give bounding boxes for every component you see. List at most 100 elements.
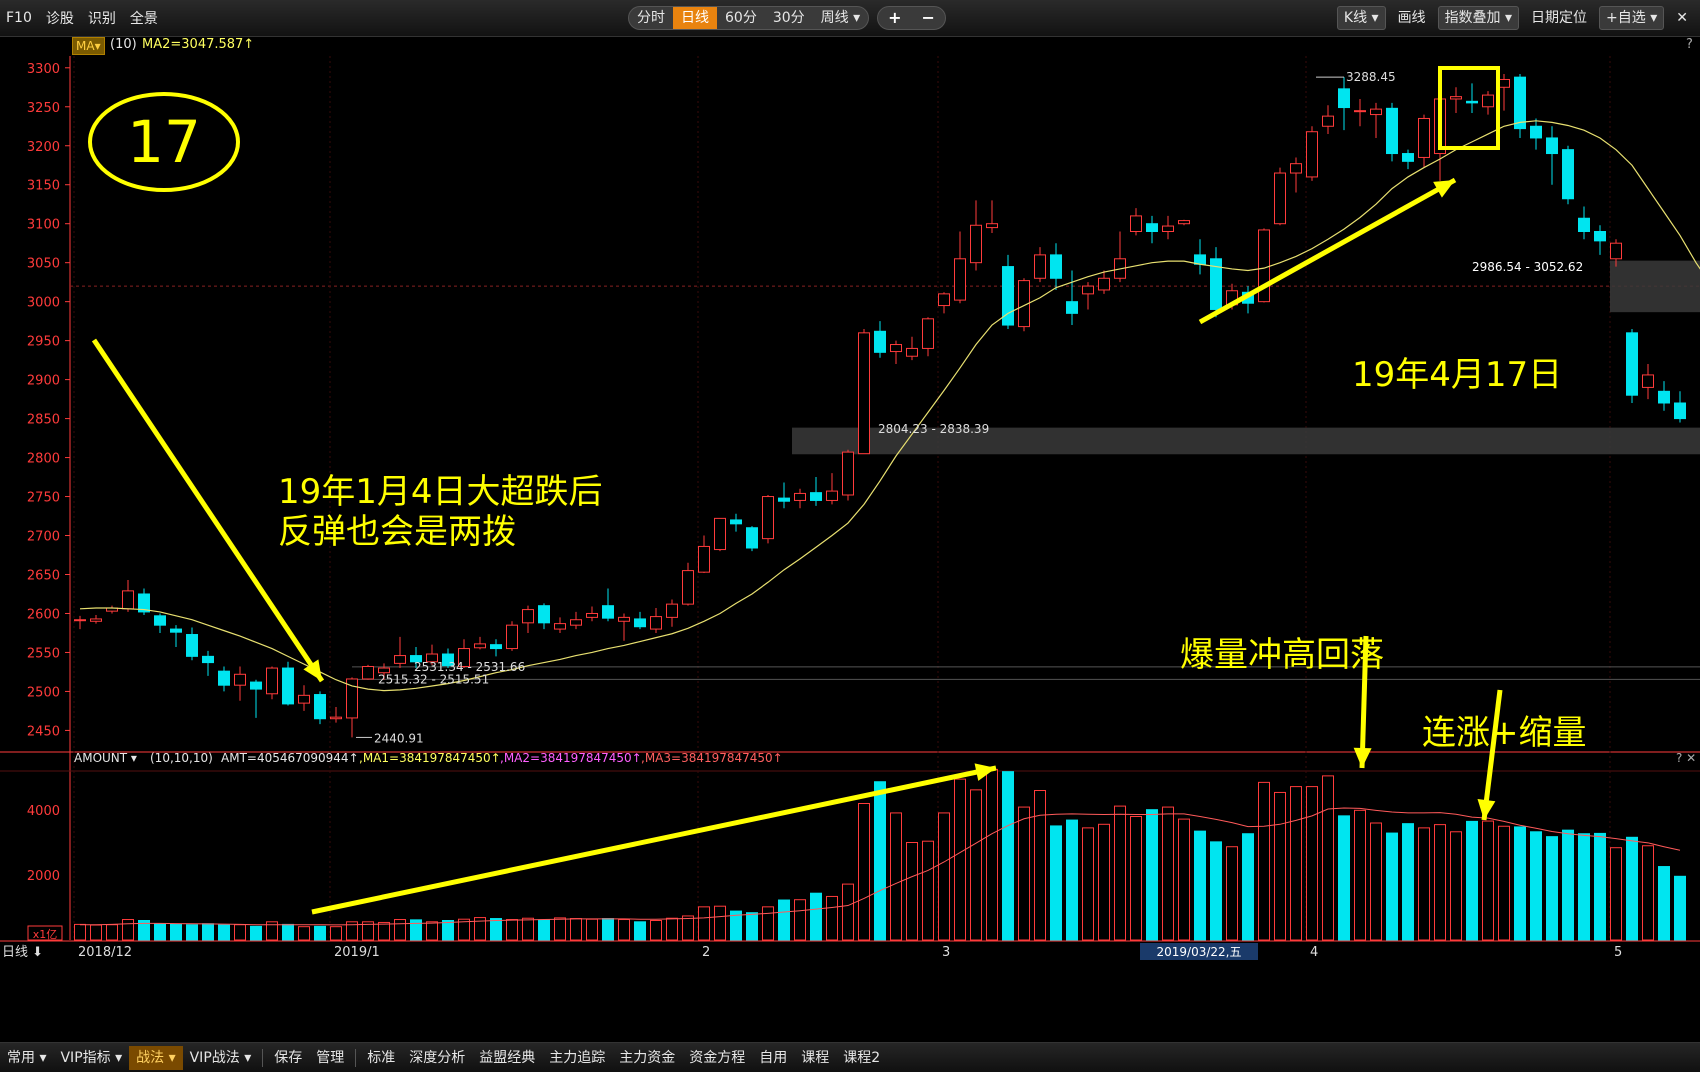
- candle-body: [1498, 78, 1510, 88]
- period-tab-30min[interactable]: 30分: [765, 7, 813, 29]
- volume-bar: [490, 918, 502, 941]
- candle-body: [794, 492, 806, 501]
- price-tick-label: 2850: [27, 413, 60, 428]
- add-watchlist-dropdown[interactable]: +自选 ▾: [1599, 6, 1665, 30]
- price-tick-label: 2900: [27, 374, 60, 389]
- date-locate-button[interactable]: 日期定位: [1525, 7, 1593, 29]
- kline-dropdown[interactable]: K线 ▾: [1336, 6, 1386, 30]
- course-tab[interactable]: 课程: [794, 1046, 836, 1070]
- candle-body: [714, 517, 726, 551]
- identify-button[interactable]: 识别: [88, 8, 116, 28]
- close-icon[interactable]: ✕: [1670, 7, 1694, 29]
- volume-bar: [282, 923, 294, 941]
- candle-body: [1194, 254, 1206, 265]
- volume-bar: [1578, 833, 1590, 941]
- profit-classic-tab[interactable]: 益盟经典: [472, 1046, 542, 1070]
- candle-body: [970, 224, 982, 264]
- annotation-text-1b: 反弹也会是两拨: [278, 512, 516, 552]
- candle-body: [874, 330, 886, 353]
- ma-params: (10): [110, 37, 137, 52]
- candle-body: [490, 644, 502, 650]
- volume-bar: [1002, 771, 1014, 941]
- volume-bar: [1354, 809, 1366, 941]
- zoom-out-button[interactable]: −: [912, 7, 945, 29]
- candle-body: [746, 527, 758, 549]
- candle-body: [522, 609, 534, 624]
- draw-line-button[interactable]: 画线: [1392, 7, 1432, 29]
- volume-bar: [922, 840, 934, 941]
- candle-body: [570, 619, 582, 626]
- save-tab[interactable]: 保存: [267, 1046, 309, 1070]
- volume-bar: [826, 895, 838, 941]
- course2-tab[interactable]: 课程2: [836, 1046, 887, 1070]
- price-tick-label: 2650: [27, 569, 60, 584]
- gap-label-b: 2515.32 - 2515.51: [378, 672, 489, 686]
- top-toolbar: F10 诊股 识别 全景 分时 日线 60分 30分 周线 ▾ + − K线 ▾…: [0, 0, 1700, 37]
- main-funds-tab[interactable]: 主力资金: [612, 1046, 682, 1070]
- arrow-volume-spike-head: [1353, 747, 1372, 768]
- candle-body: [122, 590, 134, 610]
- candle-body: [1642, 374, 1654, 388]
- index-overlay-dropdown[interactable]: 指数叠加 ▾: [1437, 6, 1520, 30]
- funds-equation-tab[interactable]: 资金方程: [682, 1046, 752, 1070]
- depth-analysis-tab[interactable]: 深度分析: [402, 1046, 472, 1070]
- candle-body: [1658, 390, 1670, 404]
- volume-bar: [1562, 829, 1574, 941]
- volume-bar: [650, 920, 662, 941]
- date-axis-label: 日线 ⬇: [2, 945, 43, 960]
- volume-bar: [202, 923, 214, 941]
- volume-bar: [1274, 791, 1286, 941]
- common-tab[interactable]: 常用 ▾: [0, 1046, 53, 1070]
- candle-body: [1450, 96, 1462, 100]
- volume-bar: [1642, 845, 1654, 941]
- strategy-tab[interactable]: 战法 ▾: [129, 1045, 183, 1070]
- volume-bar: [1098, 823, 1110, 941]
- annotations: 17 19年1月4日大超跌后反弹也会是两拨 19年4月17日爆量冲高回落连涨+缩量: [88, 66, 1587, 915]
- help-icon[interactable]: ?: [1686, 37, 1693, 52]
- volume-bar: [1658, 866, 1670, 941]
- vip-indicator-tab[interactable]: VIP指标 ▾: [53, 1046, 129, 1070]
- candle-body: [586, 612, 598, 618]
- volume-bar: [106, 924, 118, 941]
- period-tab-intraday[interactable]: 分时: [629, 7, 673, 29]
- candle-body: [202, 655, 214, 664]
- volume-bar: [538, 919, 550, 941]
- period-tab-daily[interactable]: 日线: [673, 7, 717, 29]
- candle-body: [1322, 115, 1334, 127]
- candle-body: [538, 605, 550, 624]
- candle-body: [1578, 217, 1590, 232]
- volume-bar: [298, 926, 310, 941]
- candle-body: [1402, 153, 1414, 162]
- volume-bar: [1370, 822, 1382, 941]
- kline-chart[interactable]: 3300 3250 3200 3150 3100 3050 3000 2950 2900 2850…: [0, 56, 1700, 1042]
- candle-body: [1514, 76, 1526, 130]
- period-tab-weekly[interactable]: 周线 ▾: [813, 7, 868, 29]
- gap-zone-upper: [1610, 260, 1700, 313]
- volume-bar: [1418, 827, 1430, 941]
- volume-bar: [1306, 786, 1318, 941]
- volume-bar: [970, 789, 982, 941]
- period-tab-60min[interactable]: 60分: [717, 7, 765, 29]
- volume-bar: [1482, 820, 1494, 941]
- candle-body: [186, 634, 198, 657]
- manage-tab[interactable]: 管理: [309, 1046, 351, 1070]
- candle-body: [650, 616, 662, 630]
- volume-bar: [1402, 823, 1414, 941]
- volume-bar: [906, 842, 918, 941]
- panorama-button[interactable]: 全景: [130, 8, 158, 28]
- diagnose-button[interactable]: 诊股: [46, 8, 74, 28]
- custom-tab[interactable]: 自用: [752, 1046, 794, 1070]
- price-tick-label: 3250: [27, 101, 60, 116]
- top-left-menu: F10 诊股 识别 全景: [6, 0, 158, 36]
- candle-body: [1146, 223, 1158, 232]
- candle-body: [1546, 137, 1558, 155]
- volume-bar: [74, 923, 86, 941]
- ma-indicator-dropdown[interactable]: MA▾: [72, 37, 105, 55]
- f10-button[interactable]: F10: [6, 10, 32, 26]
- zoom-in-button[interactable]: +: [878, 7, 911, 29]
- main-tracking-tab[interactable]: 主力追踪: [542, 1046, 612, 1070]
- volume-bar: [1162, 806, 1174, 941]
- date-axis-label: 2018/12: [78, 945, 132, 960]
- vip-strategy-tab[interactable]: VIP战法 ▾: [183, 1046, 259, 1070]
- standard-tab[interactable]: 标准: [360, 1046, 402, 1070]
